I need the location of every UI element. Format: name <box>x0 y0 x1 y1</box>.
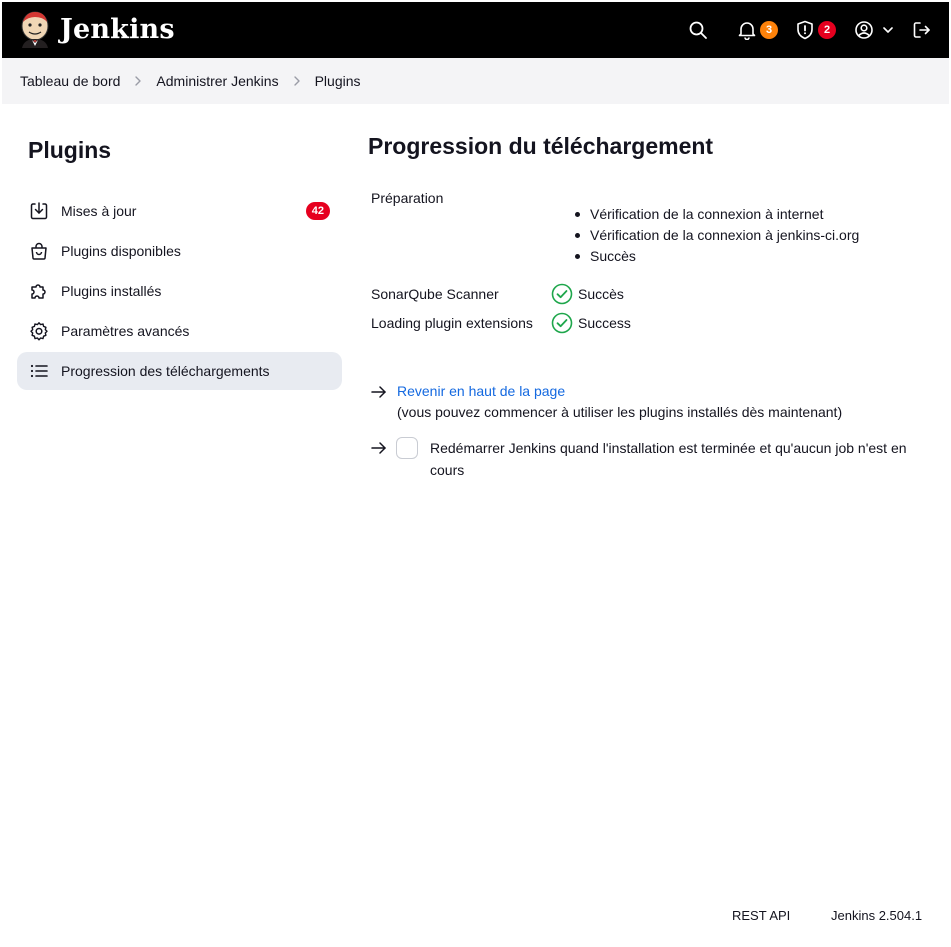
sidebar-item-label: Plugins disponibles <box>61 243 181 259</box>
updates-count-badge: 42 <box>305 202 330 220</box>
logout-button[interactable] <box>912 16 932 44</box>
sidebar-title: Plugins <box>28 137 112 163</box>
breadcrumb-dashboard[interactable]: Tableau de bord <box>20 73 120 89</box>
notifications-badge: 3 <box>760 21 778 39</box>
list-item: Vérification de la connexion à internet <box>574 204 859 225</box>
chevron-right-icon <box>292 75 302 87</box>
logo-text: Jenkins <box>60 13 175 45</box>
breadcrumb-plugins[interactable]: Plugins <box>315 73 361 89</box>
breadcrumb-manage-jenkins[interactable]: Administrer Jenkins <box>156 73 278 89</box>
sidebar-item-label: Paramètres avancés <box>61 323 190 339</box>
sidebar-item-label: Progression des téléchargements <box>61 363 270 379</box>
plugin-status-row: Loading plugin extensions Success <box>371 311 631 335</box>
success-check-icon <box>551 283 573 305</box>
preparation-steps: Vérification de la connexion à internet … <box>574 204 859 267</box>
restart-label-line2: cours <box>430 462 465 478</box>
list-icon <box>29 361 49 381</box>
search-icon <box>689 21 707 39</box>
gear-icon <box>29 321 49 341</box>
user-menu-button[interactable] <box>854 16 896 44</box>
page: Jenkins 3 2 Tableau de bord Administrer … <box>2 2 949 945</box>
status-text: Success <box>578 315 631 331</box>
arrow-right-icon <box>371 386 386 398</box>
sidebar-item-label: Plugins installés <box>61 283 162 299</box>
sidebar-item-label: Mises à jour <box>61 203 137 219</box>
plugin-status-row: SonarQube Scanner Succès <box>371 282 624 306</box>
back-to-top-action: Revenir en haut de la page (vous pouvez … <box>370 382 930 426</box>
back-to-top-note: (vous pouvez commencer à utiliser les pl… <box>397 404 843 420</box>
restart-label-line1: Redémarrer Jenkins quand l'installation … <box>430 440 907 456</box>
logout-icon <box>913 22 930 38</box>
list-item: Succès <box>574 246 859 267</box>
shopping-bag-icon <box>29 241 49 261</box>
restart-checkbox[interactable] <box>396 437 418 459</box>
user-circle-icon <box>855 21 873 39</box>
jenkins-logo[interactable]: Jenkins <box>18 10 175 48</box>
restart-action: Redémarrer Jenkins quand l'installation … <box>370 436 930 486</box>
arrow-right-icon <box>371 442 386 454</box>
security-button[interactable]: 2 <box>796 16 836 44</box>
sidebar-item-download-progress[interactable]: Progression des téléchargements <box>17 352 342 390</box>
sidebar-item-updates[interactable]: Mises à jour 42 <box>17 192 342 230</box>
back-to-top-link[interactable]: Revenir en haut de la page <box>397 383 565 399</box>
chevron-down-icon <box>883 27 893 33</box>
list-item: Vérification de la connexion à jenkins-c… <box>574 225 859 246</box>
notifications-button[interactable]: 3 <box>738 16 778 44</box>
shield-alert-icon <box>797 20 813 40</box>
plugin-name: Loading plugin extensions <box>371 315 533 331</box>
sidebar-item-advanced-settings[interactable]: Paramètres avancés <box>17 312 342 350</box>
download-icon <box>29 201 49 221</box>
sidebar-item-available-plugins[interactable]: Plugins disponibles <box>17 232 342 270</box>
breadcrumb: Tableau de bord Administrer Jenkins Plug… <box>2 58 949 104</box>
security-badge: 2 <box>818 21 836 39</box>
sidebar-item-installed-plugins[interactable]: Plugins installés <box>17 272 342 310</box>
plugin-name: SonarQube Scanner <box>371 286 499 302</box>
status-text: Succès <box>578 286 624 302</box>
rest-api-link[interactable]: REST API <box>732 908 790 923</box>
chevron-right-icon <box>133 75 143 87</box>
top-header: Jenkins 3 2 <box>2 2 949 58</box>
preparation-label: Préparation <box>371 190 444 206</box>
success-check-icon <box>551 312 573 334</box>
page-title: Progression du téléchargement <box>368 133 714 159</box>
search-button[interactable] <box>688 16 708 44</box>
jenkins-butler-icon <box>21 11 49 48</box>
version-link[interactable]: Jenkins 2.504.1 <box>831 908 922 923</box>
puzzle-icon <box>29 281 49 301</box>
sidebar-nav: Mises à jour 42 Plugins disponibles Plug… <box>17 192 342 392</box>
bell-icon <box>738 22 756 40</box>
